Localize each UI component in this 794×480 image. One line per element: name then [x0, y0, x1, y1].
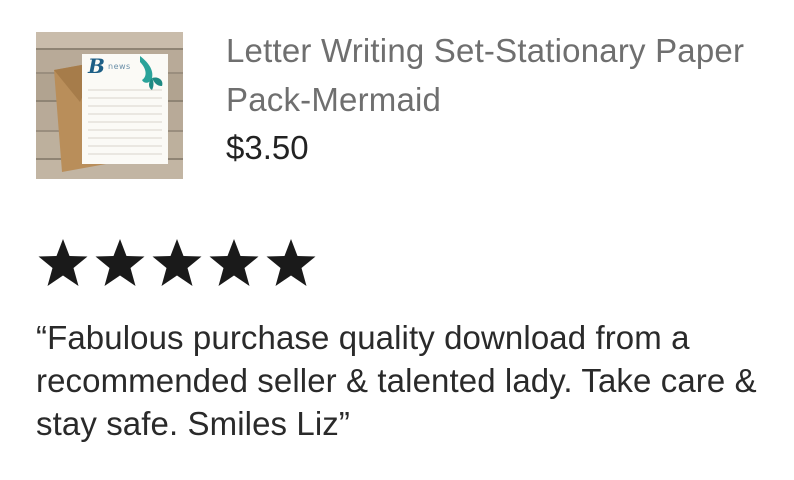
product-price: $3.50 — [226, 129, 309, 166]
star-icon — [208, 238, 260, 288]
review-text: “Fabulous purchase quality download from… — [36, 319, 757, 442]
thumbnail-stamp-text: news — [108, 62, 131, 71]
thumbnail-letter: B — [88, 54, 105, 78]
star-rating — [37, 238, 317, 288]
product-thumbnail[interactable]: B news — [36, 32, 183, 179]
star-icon — [37, 238, 89, 288]
star-icon — [94, 238, 146, 288]
stationery-image — [36, 32, 183, 179]
product-title[interactable]: Letter Writing Set-Stationary Paper Pack… — [226, 26, 786, 124]
star-icon — [265, 238, 317, 288]
star-icon — [151, 238, 203, 288]
